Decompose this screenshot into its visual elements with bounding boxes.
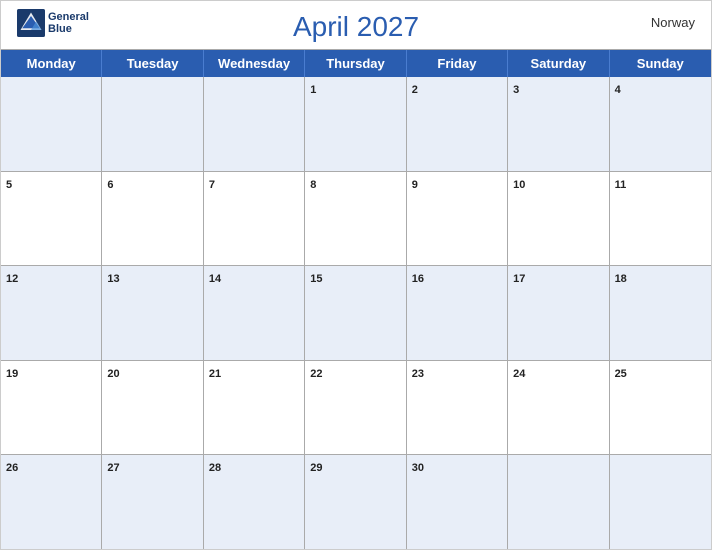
day-number: 26 bbox=[6, 462, 18, 474]
day-cell: 21 bbox=[204, 361, 305, 455]
day-cell: 1 bbox=[305, 77, 406, 171]
day-cell: 20 bbox=[102, 361, 203, 455]
logo: General Blue bbox=[17, 9, 89, 37]
day-number: 29 bbox=[310, 462, 322, 474]
day-header-friday: Friday bbox=[407, 50, 508, 77]
calendar-container: General Blue April 2027 Norway MondayTue… bbox=[0, 0, 712, 550]
day-cell: 4 bbox=[610, 77, 711, 171]
day-header-saturday: Saturday bbox=[508, 50, 609, 77]
day-number: 4 bbox=[615, 84, 621, 96]
week-row: 5 6 7 8 9 10 11 bbox=[1, 172, 711, 267]
day-cell: 12 bbox=[1, 266, 102, 360]
day-cell: 6 bbox=[102, 172, 203, 266]
day-cell bbox=[508, 455, 609, 549]
day-cell: 24 bbox=[508, 361, 609, 455]
day-number: 15 bbox=[310, 273, 322, 285]
day-cell: 30 bbox=[407, 455, 508, 549]
logo-line2: Blue bbox=[48, 23, 89, 35]
day-headers-row: MondayTuesdayWednesdayThursdayFridaySatu… bbox=[1, 50, 711, 77]
day-cell: 7 bbox=[204, 172, 305, 266]
day-cell: 13 bbox=[102, 266, 203, 360]
day-number: 10 bbox=[513, 179, 525, 191]
day-number: 22 bbox=[310, 368, 322, 380]
day-number: 23 bbox=[412, 368, 424, 380]
day-header-sunday: Sunday bbox=[610, 50, 711, 77]
day-header-monday: Monday bbox=[1, 50, 102, 77]
day-number: 27 bbox=[107, 462, 119, 474]
day-cell: 23 bbox=[407, 361, 508, 455]
day-cell bbox=[1, 77, 102, 171]
weeks-container: 1234567891011121314151617181920212223242… bbox=[1, 77, 711, 549]
country-label: Norway bbox=[651, 15, 695, 30]
day-number: 12 bbox=[6, 273, 18, 285]
day-number: 14 bbox=[209, 273, 221, 285]
day-cell: 10 bbox=[508, 172, 609, 266]
day-number: 11 bbox=[615, 179, 627, 191]
day-cell: 28 bbox=[204, 455, 305, 549]
day-number: 9 bbox=[412, 179, 418, 191]
day-number: 30 bbox=[412, 462, 424, 474]
day-number: 1 bbox=[310, 84, 316, 96]
day-cell: 29 bbox=[305, 455, 406, 549]
day-number: 7 bbox=[209, 179, 215, 191]
logo-line1: General bbox=[48, 11, 89, 23]
day-header-tuesday: Tuesday bbox=[102, 50, 203, 77]
day-cell: 26 bbox=[1, 455, 102, 549]
day-cell: 16 bbox=[407, 266, 508, 360]
week-row: 19 20 21 22 23 24 25 bbox=[1, 361, 711, 456]
calendar-title: April 2027 bbox=[293, 11, 419, 43]
day-cell: 17 bbox=[508, 266, 609, 360]
day-number: 21 bbox=[209, 368, 221, 380]
day-number: 20 bbox=[107, 368, 119, 380]
day-cell: 11 bbox=[610, 172, 711, 266]
day-cell: 19 bbox=[1, 361, 102, 455]
day-cell: 22 bbox=[305, 361, 406, 455]
calendar-grid: MondayTuesdayWednesdayThursdayFridaySatu… bbox=[1, 49, 711, 549]
day-header-wednesday: Wednesday bbox=[204, 50, 305, 77]
day-number: 16 bbox=[412, 273, 424, 285]
day-number: 17 bbox=[513, 273, 525, 285]
day-header-thursday: Thursday bbox=[305, 50, 406, 77]
day-number: 19 bbox=[6, 368, 18, 380]
day-cell: 9 bbox=[407, 172, 508, 266]
day-number: 6 bbox=[107, 179, 113, 191]
day-number: 18 bbox=[615, 273, 627, 285]
logo-text-block: General Blue bbox=[48, 11, 89, 35]
week-row: 1 2 3 4 bbox=[1, 77, 711, 172]
day-number: 24 bbox=[513, 368, 525, 380]
day-cell: 25 bbox=[610, 361, 711, 455]
day-cell: 14 bbox=[204, 266, 305, 360]
day-cell: 15 bbox=[305, 266, 406, 360]
day-cell: 5 bbox=[1, 172, 102, 266]
week-row: 12 13 14 15 16 17 18 bbox=[1, 266, 711, 361]
week-row: 26 27 28 29 30 bbox=[1, 455, 711, 549]
day-number: 8 bbox=[310, 179, 316, 191]
day-cell bbox=[204, 77, 305, 171]
day-number: 13 bbox=[107, 273, 119, 285]
day-cell: 2 bbox=[407, 77, 508, 171]
day-cell: 3 bbox=[508, 77, 609, 171]
day-cell: 27 bbox=[102, 455, 203, 549]
day-number: 25 bbox=[615, 368, 627, 380]
day-number: 28 bbox=[209, 462, 221, 474]
day-number: 2 bbox=[412, 84, 418, 96]
day-cell bbox=[102, 77, 203, 171]
day-cell: 18 bbox=[610, 266, 711, 360]
day-cell bbox=[610, 455, 711, 549]
day-number: 5 bbox=[6, 179, 12, 191]
day-cell: 8 bbox=[305, 172, 406, 266]
day-number: 3 bbox=[513, 84, 519, 96]
calendar-header: General Blue April 2027 Norway bbox=[1, 1, 711, 49]
logo-icon bbox=[17, 9, 45, 37]
